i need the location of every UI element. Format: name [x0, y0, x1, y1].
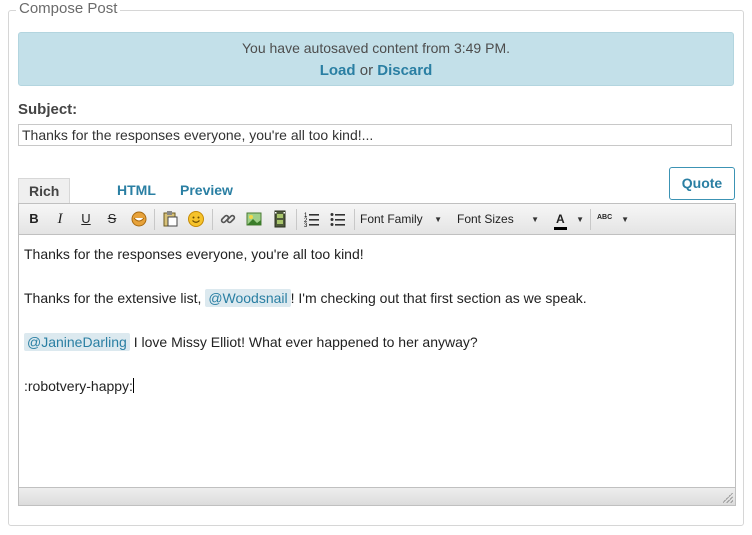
mention-janinedarling[interactable]: @JanineDarling — [24, 333, 130, 351]
autosave-message: You have autosaved content from 3:49 PM. — [242, 40, 510, 56]
editor-toolbar: B I U S 123 Font Family ▼ Font Sizes ▼ A… — [19, 204, 735, 235]
autosave-notice: You have autosaved content from 3:49 PM.… — [18, 32, 734, 86]
subject-label: Subject: — [18, 101, 78, 118]
strikethrough-button[interactable]: S — [102, 209, 122, 229]
body-line: :robotvery-happy: — [24, 375, 730, 397]
tab-html[interactable]: HTML — [117, 178, 156, 203]
paste-icon[interactable] — [160, 209, 180, 229]
font-color-select[interactable]: A ▼ — [549, 209, 589, 230]
font-color-label: A — [554, 212, 567, 230]
body-text: :robotvery-happy: — [24, 378, 133, 394]
spellcheck-icon: ABC — [597, 214, 613, 221]
mention-woodsnail[interactable]: @Woodsnail — [205, 289, 291, 307]
body-text: I love Missy Elliot! What ever happened … — [129, 334, 478, 350]
rich-text-editor: B I U S 123 Font Family ▼ Font Sizes ▼ A… — [18, 203, 736, 506]
subject-input[interactable] — [18, 124, 732, 146]
resize-handle-icon[interactable] — [723, 493, 733, 503]
quote-button[interactable]: Quote — [669, 167, 735, 200]
body-text: ! I'm checking out that first section as… — [290, 290, 587, 306]
numbered-list-icon[interactable]: 123 — [302, 209, 322, 229]
svg-text:3: 3 — [304, 223, 308, 229]
bold-button[interactable]: B — [24, 209, 44, 229]
underline-button[interactable]: U — [76, 209, 96, 229]
font-sizes-label: Font Sizes — [457, 212, 514, 226]
body-line: Thanks for the responses everyone, you'r… — [24, 246, 364, 262]
font-family-select[interactable]: Font Family ▼ — [355, 209, 447, 230]
bulleted-list-icon[interactable] — [328, 209, 348, 229]
italic-button[interactable]: I — [50, 209, 70, 229]
tab-rich-text[interactable]: Rich Text — [18, 178, 71, 223]
tab-preview[interactable]: Preview — [180, 178, 233, 203]
image-icon[interactable] — [244, 209, 264, 229]
compose-post-legend: Compose Post — [16, 0, 121, 17]
discard-link[interactable]: Discard — [377, 62, 432, 79]
editor-statusbar — [19, 487, 735, 505]
chevron-down-icon: ▼ — [434, 215, 442, 224]
chevron-down-icon: ▼ — [531, 215, 539, 224]
font-family-label: Font Family — [360, 212, 423, 226]
editor-content[interactable]: Thanks for the responses everyone, you'r… — [19, 236, 735, 487]
body-line: @JanineDarling I love Missy Elliot! What… — [24, 331, 730, 353]
chevron-down-icon: ▼ — [576, 215, 584, 224]
chevron-down-icon: ▼ — [621, 215, 629, 224]
video-icon[interactable] — [270, 209, 290, 229]
clear-formatting-icon[interactable] — [129, 209, 149, 229]
emoticon-icon[interactable] — [186, 209, 206, 229]
body-text: Thanks for the extensive list, — [24, 290, 202, 306]
autosave-actions: Load or Discard — [19, 62, 733, 79]
text-caret — [132, 378, 134, 393]
font-sizes-select[interactable]: Font Sizes ▼ — [452, 209, 544, 230]
load-link[interactable]: Load — [320, 62, 356, 79]
or-text: or — [359, 62, 374, 79]
spellcheck-select[interactable]: ABC ▼ — [592, 209, 634, 230]
body-line: Thanks for the extensive list, @Woodsnai… — [24, 287, 730, 309]
link-icon[interactable] — [218, 209, 238, 229]
